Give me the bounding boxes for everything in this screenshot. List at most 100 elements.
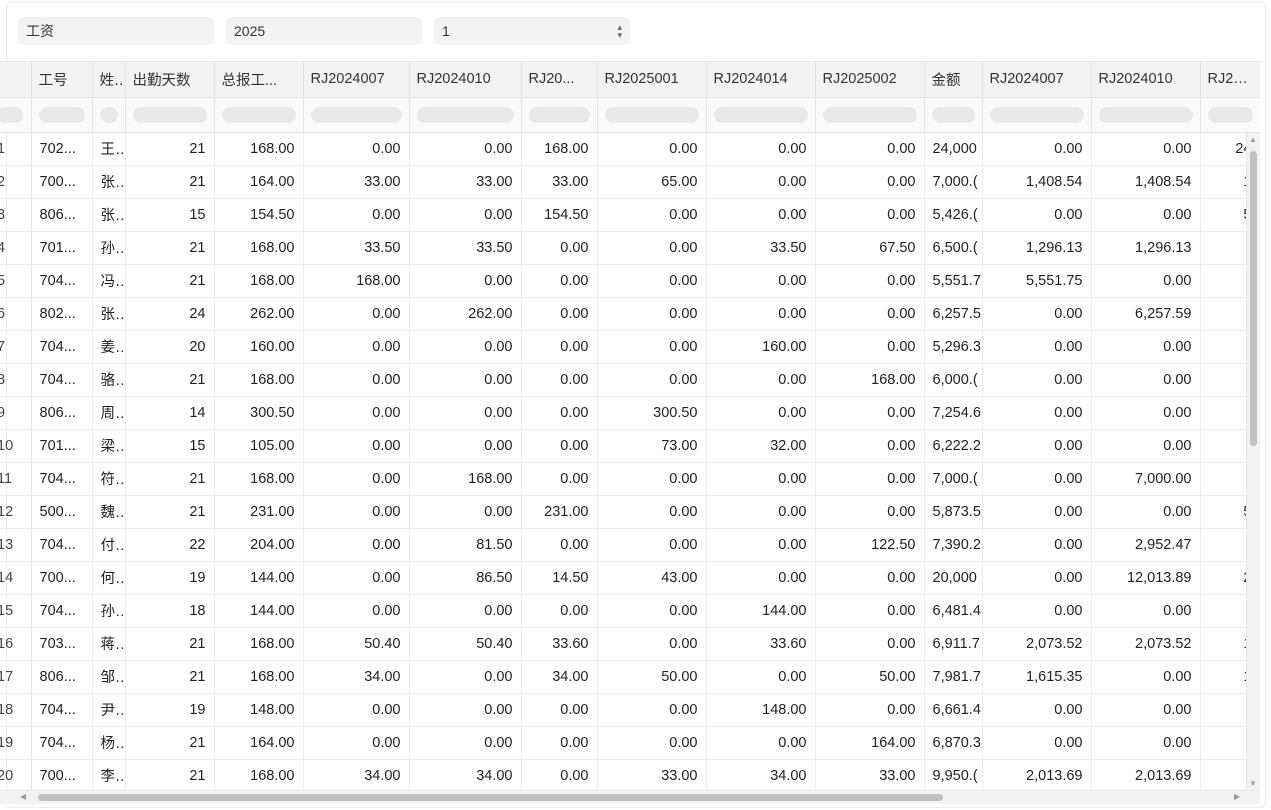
table-cell[interactable]: 50.40: [409, 627, 522, 661]
table-cell[interactable]: 0.00: [597, 462, 707, 496]
table-cell[interactable]: 65.00: [597, 165, 707, 199]
column-filter-input[interactable]: [604, 106, 699, 123]
table-cell[interactable]: 802...: [31, 297, 93, 331]
table-cell[interactable]: 7,390.2: [924, 528, 983, 562]
table-cell[interactable]: 0.00: [815, 561, 925, 595]
table-row[interactable]: 9806...周...14300.500.000.000.00300.500.0…: [0, 396, 1260, 430]
table-cell[interactable]: 0.00: [982, 462, 1092, 496]
table-cell[interactable]: 0.00: [409, 660, 522, 694]
table-cell[interactable]: 0.00: [597, 363, 707, 397]
table-cell[interactable]: 1,296.13: [982, 231, 1092, 265]
table-cell[interactable]: 0.00: [706, 198, 816, 232]
table-cell[interactable]: 105.00: [214, 429, 304, 463]
table-cell[interactable]: 0.00: [521, 462, 598, 496]
table-cell[interactable]: 0.00: [303, 297, 410, 331]
table-cell[interactable]: 0.00: [409, 330, 522, 364]
table-cell[interactable]: 33.00: [409, 165, 522, 199]
table-cell[interactable]: 0.00: [409, 693, 522, 727]
table-cell[interactable]: 0.00: [521, 594, 598, 628]
table-cell[interactable]: 19: [125, 561, 215, 595]
table-cell[interactable]: 21: [125, 264, 215, 298]
table-row[interactable]: 10701...梁...15105.000.000.000.0073.0032.…: [0, 429, 1260, 463]
table-cell[interactable]: 19: [125, 693, 215, 727]
table-cell[interactable]: 168.00: [214, 132, 304, 166]
table-cell[interactable]: 168.00: [214, 759, 304, 790]
table-cell[interactable]: 2,952.47: [1091, 528, 1201, 562]
row-number-cell[interactable]: 15: [0, 594, 32, 628]
table-cell[interactable]: 34.00: [303, 759, 410, 790]
table-cell[interactable]: 0.00: [706, 495, 816, 529]
row-number-cell[interactable]: 4: [0, 231, 32, 265]
table-cell[interactable]: 5,296.3: [924, 330, 983, 364]
row-number-cell[interactable]: 6: [0, 297, 32, 331]
table-cell[interactable]: 付...: [92, 528, 126, 562]
table-cell[interactable]: 0.00: [982, 297, 1092, 331]
table-cell[interactable]: 21: [125, 660, 215, 694]
horizontal-scrollbar[interactable]: ◀ ▶: [0, 790, 1260, 804]
table-cell[interactable]: 704...: [31, 264, 93, 298]
row-number-cell[interactable]: 19: [0, 726, 32, 760]
table-cell[interactable]: 孙...: [92, 231, 126, 265]
table-cell[interactable]: 6,257.5: [924, 297, 983, 331]
table-cell[interactable]: 0.00: [521, 693, 598, 727]
table-cell[interactable]: 0.00: [1091, 594, 1201, 628]
table-cell[interactable]: 0.00: [706, 396, 816, 430]
table-row[interactable]: 16703...蒋...21168.0050.4050.4033.600.003…: [0, 627, 1260, 661]
table-cell[interactable]: 0.00: [303, 726, 410, 760]
table-cell[interactable]: 0.00: [597, 198, 707, 232]
column-filter-input[interactable]: [38, 106, 85, 123]
table-cell[interactable]: 0.00: [521, 726, 598, 760]
table-cell[interactable]: 21: [125, 627, 215, 661]
table-cell[interactable]: 6,481.4: [924, 594, 983, 628]
table-cell[interactable]: 0.00: [409, 594, 522, 628]
table-cell[interactable]: 5,551.7: [924, 264, 983, 298]
table-cell[interactable]: 0.00: [597, 627, 707, 661]
table-cell[interactable]: 骆...: [92, 363, 126, 397]
table-cell[interactable]: 0.00: [815, 429, 925, 463]
table-cell[interactable]: 0.00: [409, 132, 522, 166]
table-row[interactable]: 18704...尹...19148.000.000.000.000.00148.…: [0, 693, 1260, 727]
table-cell[interactable]: 14.50: [521, 561, 598, 595]
table-cell[interactable]: 李...: [92, 759, 126, 790]
table-cell[interactable]: 702...: [31, 132, 93, 166]
table-cell[interactable]: 700...: [31, 759, 93, 790]
table-cell[interactable]: 0.00: [303, 198, 410, 232]
table-cell[interactable]: 5,551.75: [982, 264, 1092, 298]
table-cell[interactable]: 0.00: [1091, 693, 1201, 727]
scroll-left-icon[interactable]: ◀: [20, 792, 26, 801]
column-filter-input[interactable]: [713, 106, 808, 123]
table-cell[interactable]: 6,500.(: [924, 231, 983, 265]
column-filter-input[interactable]: [0, 106, 23, 123]
table-cell[interactable]: 168.00: [214, 462, 304, 496]
table-cell[interactable]: 67.50: [815, 231, 925, 265]
column-filter-input[interactable]: [310, 106, 402, 123]
table-cell[interactable]: 703...: [31, 627, 93, 661]
table-cell[interactable]: 0.00: [706, 165, 816, 199]
table-cell[interactable]: 6,911.7: [924, 627, 983, 661]
table-cell[interactable]: 王...: [92, 132, 126, 166]
table-cell[interactable]: 0.00: [303, 363, 410, 397]
table-row[interactable]: 8704...骆...21168.000.000.000.000.000.001…: [0, 363, 1260, 397]
table-cell[interactable]: 33.00: [521, 165, 598, 199]
table-cell[interactable]: 7,000.(: [924, 462, 983, 496]
table-cell[interactable]: 0.00: [815, 594, 925, 628]
table-cell[interactable]: 5,426.(: [924, 198, 983, 232]
table-cell[interactable]: 33.00: [303, 165, 410, 199]
table-cell[interactable]: 0.00: [303, 429, 410, 463]
table-cell[interactable]: 21: [125, 495, 215, 529]
table-cell[interactable]: 0.00: [303, 594, 410, 628]
table-cell[interactable]: 6,257.59: [1091, 297, 1201, 331]
table-cell[interactable]: 33.60: [521, 627, 598, 661]
table-cell[interactable]: 262.00: [409, 297, 522, 331]
table-cell[interactable]: 0.00: [303, 132, 410, 166]
table-cell[interactable]: 22: [125, 528, 215, 562]
table-row[interactable]: 3806...张...15154.500.000.00154.500.000.0…: [0, 198, 1260, 232]
table-cell[interactable]: 0.00: [706, 726, 816, 760]
table-cell[interactable]: 700...: [31, 165, 93, 199]
table-cell[interactable]: 34.00: [303, 660, 410, 694]
table-cell[interactable]: 704...: [31, 462, 93, 496]
table-cell[interactable]: 0.00: [409, 495, 522, 529]
column-header[interactable]: RJ2024007: [303, 62, 410, 98]
table-cell[interactable]: 33.50: [706, 231, 816, 265]
table-cell[interactable]: 168.00: [214, 264, 304, 298]
